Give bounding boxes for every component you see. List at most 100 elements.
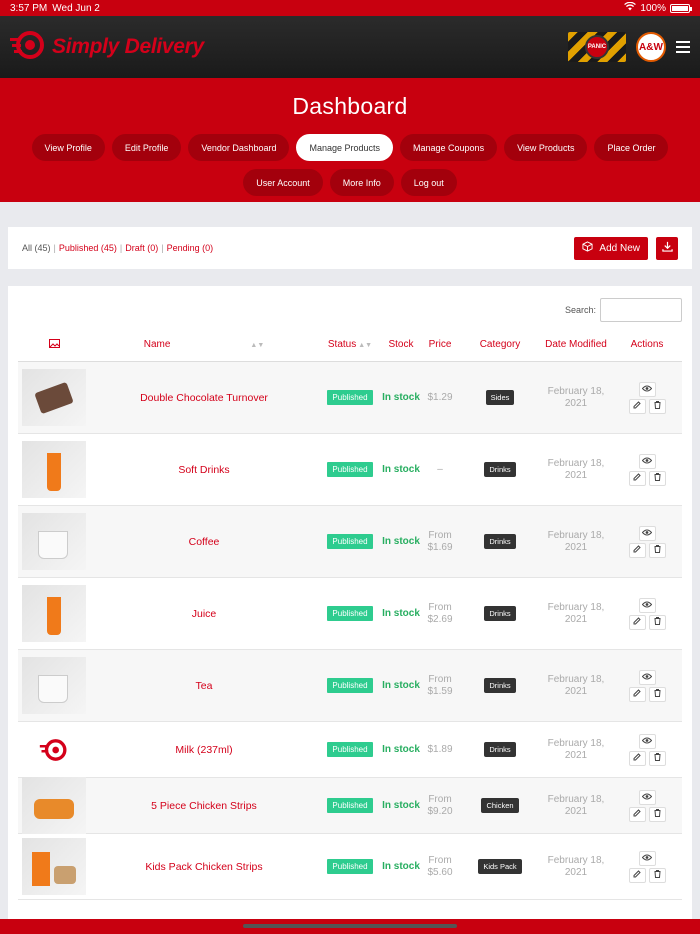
delete-button[interactable]	[648, 470, 666, 486]
view-button[interactable]	[638, 733, 656, 749]
status-badge: Published	[327, 859, 373, 874]
view-button[interactable]	[638, 669, 656, 685]
view-button[interactable]	[638, 381, 656, 397]
table-row: Juice Published In stock From $2.69 Drin…	[18, 578, 682, 650]
product-thumbnail[interactable]	[22, 585, 86, 642]
status-badge: Published	[327, 678, 373, 693]
header-status[interactable]: Status ▲▼	[318, 339, 382, 350]
product-thumbnail[interactable]	[18, 737, 90, 763]
nav-manage-coupons[interactable]: Manage Coupons	[400, 134, 498, 161]
panic-button[interactable]: PANIC	[568, 32, 626, 62]
product-name-link[interactable]: Double Chocolate Turnover	[90, 392, 318, 404]
header-actions: Actions	[630, 339, 664, 350]
export-button[interactable]	[656, 236, 678, 260]
delete-button[interactable]	[648, 867, 666, 883]
battery-icon	[670, 3, 692, 13]
delete-button[interactable]	[648, 686, 666, 702]
header-date-modified[interactable]: Date Modified	[540, 339, 612, 350]
product-thumbnail[interactable]	[22, 657, 86, 714]
edit-button[interactable]	[628, 686, 646, 702]
header-category[interactable]: Category	[460, 339, 540, 350]
date-modified: February 18, 2021	[547, 793, 605, 817]
eye-icon	[641, 601, 653, 610]
nav-manage-products[interactable]: Manage Products	[296, 134, 394, 161]
dashboard-header: Dashboard View Profile Edit Profile Vendor…	[0, 78, 700, 202]
view-button[interactable]	[638, 850, 656, 866]
nav-log-out[interactable]: Log out	[400, 169, 457, 196]
add-new-button[interactable]: Add New	[574, 236, 648, 260]
product-thumbnail[interactable]	[22, 441, 86, 498]
nav-user-account[interactable]: User Account	[243, 169, 323, 196]
product-name-link[interactable]: Kids Pack Chicken Strips	[90, 861, 318, 873]
menu-icon[interactable]	[676, 41, 690, 53]
filter-draft[interactable]: Draft (0)	[125, 243, 158, 253]
status-badge: Published	[327, 798, 373, 813]
image-column-icon[interactable]	[18, 338, 90, 351]
row-actions	[612, 850, 682, 883]
delete-button[interactable]	[648, 614, 666, 630]
edit-button[interactable]	[628, 542, 646, 558]
product-thumbnail[interactable]	[22, 513, 86, 570]
home-indicator[interactable]	[243, 924, 457, 928]
filter-bar: All (45) | Published (45) | Draft (0) | …	[8, 227, 692, 269]
edit-icon	[633, 753, 641, 763]
table-header: Name ▲▼ Status ▲▼ Stock Price Category Dat…	[18, 328, 682, 362]
edit-button[interactable]	[628, 750, 646, 766]
status-badge: Published	[327, 534, 373, 549]
product-name-link[interactable]: Tea	[90, 680, 318, 692]
nav-more-info[interactable]: More Info	[329, 169, 394, 196]
search-input[interactable]	[600, 298, 682, 322]
trash-icon	[654, 870, 661, 880]
stock-status: In stock	[382, 799, 420, 811]
table-row: Tea Published In stock From $1.59 Drinks…	[18, 650, 682, 722]
product-name-link[interactable]: Coffee	[90, 536, 318, 548]
view-button[interactable]	[638, 597, 656, 613]
product-name-link[interactable]: 5 Piece Chicken Strips	[90, 800, 318, 812]
edit-button[interactable]	[628, 614, 646, 630]
edit-icon	[633, 473, 641, 483]
category-badge: Kids Pack	[478, 859, 522, 874]
app-logo[interactable]: Simply Delivery	[10, 30, 204, 65]
nav-view-profile[interactable]: View Profile	[31, 134, 105, 161]
nav-place-order[interactable]: Place Order	[594, 134, 669, 161]
header-name[interactable]: Name ▲▼	[90, 339, 318, 350]
row-actions	[612, 597, 682, 630]
product-thumbnail[interactable]	[22, 777, 86, 834]
nav-vendor-dashboard[interactable]: Vendor Dashboard	[188, 134, 290, 161]
trash-icon	[654, 401, 661, 411]
edit-icon	[633, 689, 641, 699]
product-image	[54, 866, 76, 884]
edit-button[interactable]	[628, 470, 646, 486]
filter-published[interactable]: Published (45)	[59, 243, 117, 253]
filter-all[interactable]: All (45)	[22, 243, 51, 253]
nav-row-1: View Profile Edit Profile Vendor Dashboard…	[0, 134, 700, 161]
product-name-link[interactable]: Juice	[90, 608, 318, 620]
delete-button[interactable]	[648, 806, 666, 822]
nav-row-2: User Account More Info Log out	[0, 169, 700, 196]
edit-button[interactable]	[628, 806, 646, 822]
view-button[interactable]	[638, 453, 656, 469]
view-button[interactable]	[638, 525, 656, 541]
nav-edit-profile[interactable]: Edit Profile	[111, 134, 182, 161]
filter-pending[interactable]: Pending (0)	[167, 243, 214, 253]
product-image	[47, 453, 61, 491]
delete-button[interactable]	[648, 542, 666, 558]
table-row: Soft Drinks Published In stock – Drinks …	[18, 434, 682, 506]
trash-icon	[654, 617, 661, 627]
nav-view-products[interactable]: View Products	[504, 134, 588, 161]
product-name-link[interactable]: Milk (237ml)	[90, 744, 318, 756]
view-button[interactable]	[638, 789, 656, 805]
header-stock[interactable]: Stock	[382, 339, 420, 350]
edit-button[interactable]	[628, 398, 646, 414]
eye-icon	[641, 737, 653, 746]
date-modified: February 18, 2021	[547, 385, 605, 409]
delete-button[interactable]	[648, 750, 666, 766]
search-box: Search:	[565, 298, 682, 322]
product-thumbnail[interactable]	[22, 369, 86, 426]
edit-button[interactable]	[628, 867, 646, 883]
product-name-link[interactable]: Soft Drinks	[90, 464, 318, 476]
delete-button[interactable]	[648, 398, 666, 414]
product-thumbnail[interactable]	[22, 838, 86, 895]
brand-badge[interactable]: A&W	[636, 32, 666, 62]
header-price[interactable]: Price	[420, 339, 460, 350]
